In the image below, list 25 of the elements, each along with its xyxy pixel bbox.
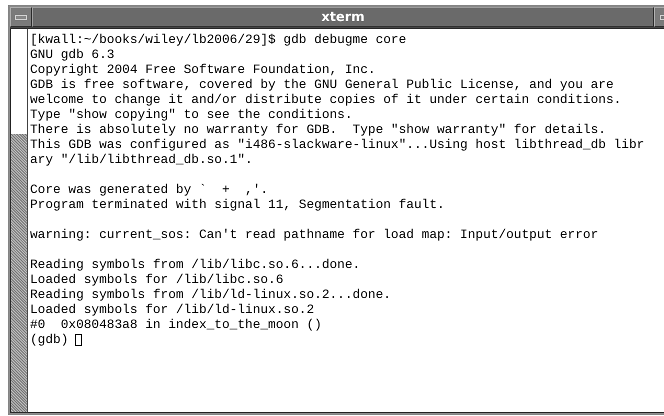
menu-icon xyxy=(15,14,27,20)
terminal-line: Copyright 2004 Free Software Foundation, Inc. xyxy=(30,62,376,77)
terminal-line: This GDB was configured as "i486-slackware-linux"...Using host libthread_db libr xyxy=(30,137,644,152)
cursor-icon xyxy=(75,334,82,346)
terminal-line: Loaded symbols for /lib/ld-linux.so.2 xyxy=(30,302,314,317)
scrollbar[interactable] xyxy=(11,29,28,412)
terminal-line: warning: current_sos: Can't read pathname for load map: Input/output error xyxy=(30,227,598,242)
scrollbar-thumb[interactable] xyxy=(11,134,27,412)
terminal-line: ary "/lib/libthread_db.so.1". xyxy=(30,152,253,167)
window-menu-button[interactable] xyxy=(10,7,32,27)
terminal-line: There is absolutely no warranty for GDB. Type "show warranty" for details. xyxy=(30,122,606,137)
terminal-line: Program terminated with signal 11, Segmentation fault. xyxy=(30,197,445,212)
terminal-line: GDB is free software, covered by the GNU General Public License, and you are xyxy=(30,77,614,92)
window-title: xterm xyxy=(32,7,654,27)
terminal-line: Loaded symbols for /lib/libc.so.6 xyxy=(30,272,284,287)
terminal-line: GNU gdb 6.3 xyxy=(30,47,114,62)
terminal-line: [kwall:~/books/wiley/lb2006/29]$ gdb debugme core xyxy=(30,32,406,47)
terminal-line: Type "show copying" to see the conditions. xyxy=(30,107,353,122)
minimize-icon xyxy=(660,14,664,20)
prompt-text: (gdb) xyxy=(30,332,68,347)
terminal-line: Reading symbols from /lib/ld-linux.so.2...done. xyxy=(30,287,391,302)
terminal-line: welcome to change it and/or distribute copies of it under certain conditions. xyxy=(30,92,622,107)
terminal-line: Reading symbols from /lib/libc.so.6...done. xyxy=(30,257,360,272)
terminal-line: #0 0x080483a8 in index_to_the_moon () xyxy=(30,317,322,332)
terminal-line: Core was generated by ` + ,'. xyxy=(30,182,268,197)
